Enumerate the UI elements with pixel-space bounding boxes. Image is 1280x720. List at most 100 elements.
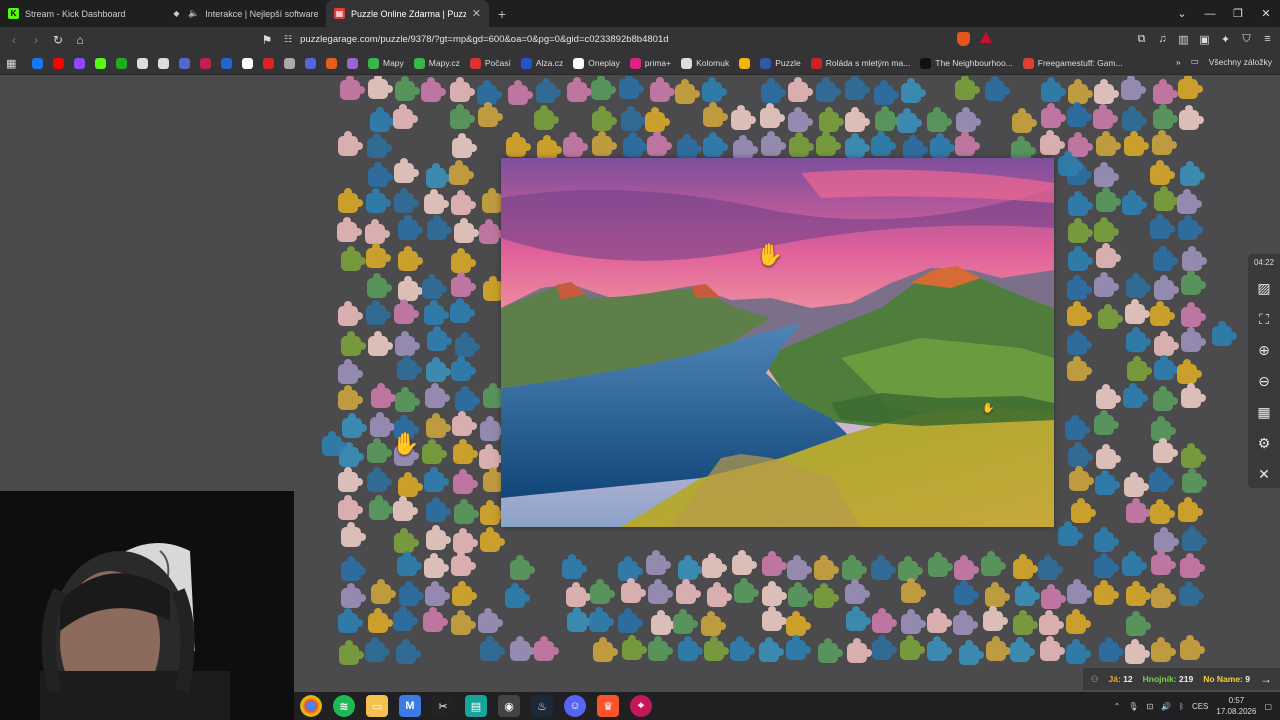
puzzle-piece[interactable] (369, 495, 394, 520)
puzzle-piece[interactable] (1126, 611, 1151, 636)
puzzle-piece[interactable] (1068, 442, 1093, 467)
puzzle-piece[interactable] (342, 413, 367, 438)
puzzle-piece[interactable] (1095, 470, 1120, 495)
puzzle-piece[interactable] (338, 359, 363, 384)
brave-shield-icon[interactable] (957, 32, 970, 46)
puzzle-piece[interactable] (927, 636, 952, 661)
puzzle-piece[interactable] (1123, 383, 1148, 408)
bookmark-item[interactable] (112, 57, 131, 69)
image-preview-icon[interactable]: ▨ (1254, 278, 1274, 298)
puzzle-piece[interactable] (981, 551, 1006, 576)
puzzle-piece[interactable] (1067, 275, 1092, 300)
puzzle-piece[interactable] (983, 606, 1008, 631)
address-bar[interactable]: ☷ puzzlegarage.com/puzzle/9378/?gt=mp&gd… (284, 29, 1024, 50)
puzzle-piece[interactable] (1122, 106, 1147, 131)
bookmark-item[interactable]: prima+ (626, 57, 675, 69)
puzzle-piece[interactable] (1150, 301, 1175, 326)
puzzle-piece[interactable] (1094, 162, 1119, 187)
puzzle-piece[interactable] (370, 107, 395, 132)
puzzle-piece[interactable] (732, 550, 757, 575)
puzzle-piece[interactable] (1154, 275, 1179, 300)
puzzle-piece[interactable] (1179, 581, 1204, 606)
chat-app-icon[interactable]: ▤ (465, 695, 487, 717)
puzzle-piece[interactable] (871, 131, 896, 156)
puzzle-piece[interactable] (1181, 383, 1206, 408)
speaker-icon[interactable]: 🔈 (188, 8, 199, 19)
puzzle-piece[interactable] (875, 106, 900, 131)
puzzle-piece[interactable] (480, 416, 505, 441)
puzzle-piece[interactable] (1094, 217, 1119, 242)
puzzle-piece[interactable] (454, 218, 479, 243)
puzzle-piece[interactable] (1066, 609, 1091, 634)
bookmark-item[interactable] (70, 57, 89, 69)
puzzle-piece[interactable] (1094, 410, 1119, 435)
puzzle-piece[interactable] (367, 438, 392, 463)
puzzle-piece[interactable] (1068, 79, 1093, 104)
puzzle-piece[interactable] (762, 606, 787, 631)
brave-icon[interactable]: ♛ (597, 695, 619, 717)
puzzle-piece[interactable] (1041, 103, 1066, 128)
puzzle-piece[interactable] (1096, 187, 1121, 212)
bookmark-item[interactable]: Mapy (364, 57, 408, 69)
puzzle-piece[interactable] (1126, 581, 1151, 606)
puzzle-piece[interactable] (846, 606, 871, 631)
puzzle-piece[interactable] (394, 188, 419, 213)
puzzle-piece[interactable] (1179, 105, 1204, 130)
puzzle-piece[interactable] (1068, 191, 1093, 216)
puzzle-piece[interactable] (788, 107, 813, 132)
puzzle-piece[interactable] (959, 640, 984, 665)
puzzle-piece[interactable] (816, 131, 841, 156)
puzzle-piece[interactable] (1094, 79, 1119, 104)
bookmark-item[interactable] (196, 57, 215, 69)
puzzle-piece[interactable] (393, 496, 418, 521)
puzzle-piece[interactable] (398, 472, 423, 497)
bookmark-item[interactable]: Počasí (466, 57, 515, 69)
puzzle-piece[interactable] (366, 300, 391, 325)
puzzle-piece[interactable] (678, 636, 703, 661)
puzzle-piece[interactable] (761, 131, 786, 156)
close-tab-icon[interactable]: ✕ (472, 7, 481, 20)
puzzle-piece[interactable] (954, 555, 979, 580)
notifications-icon[interactable]: ▢ (1264, 702, 1272, 711)
puzzle-piece[interactable] (1058, 521, 1083, 546)
puzzle-piece[interactable] (1094, 272, 1119, 297)
puzzle-piece[interactable] (955, 131, 980, 156)
bookmark-item[interactable] (238, 57, 257, 69)
puzzle-piece[interactable] (678, 555, 703, 580)
forward-icon[interactable]: › (26, 30, 46, 50)
puzzle-piece[interactable] (398, 246, 423, 271)
puzzle-piece[interactable] (618, 608, 643, 633)
bookmark-item[interactable]: The Neighbourhoo... (916, 57, 1017, 69)
puzzle-piece[interactable] (591, 76, 616, 100)
puzzle-piece[interactable] (425, 581, 450, 606)
puzzle-piece[interactable] (449, 160, 474, 185)
puzzle-piece[interactable] (845, 133, 870, 158)
puzzle-piece[interactable] (337, 217, 362, 242)
bookmark-item[interactable]: Mapy.cz (410, 57, 464, 69)
puzzle-piece[interactable] (1040, 636, 1065, 661)
puzzle-piece[interactable] (1066, 639, 1091, 664)
puzzle-piece[interactable] (1068, 218, 1093, 243)
puzzle-piece[interactable] (423, 607, 448, 632)
puzzle-piece[interactable] (370, 412, 395, 437)
puzzle-piece[interactable] (452, 411, 477, 436)
puzzle-piece[interactable] (1013, 554, 1038, 579)
puzzle-piece[interactable] (1150, 499, 1175, 524)
zoom-out-icon[interactable]: ⊖ (1254, 371, 1274, 391)
puzzle-piece[interactable] (1039, 610, 1064, 635)
puzzle-piece[interactable] (341, 583, 366, 608)
puzzle-piece[interactable] (479, 219, 504, 244)
bookmark-item[interactable] (91, 57, 110, 69)
bookmark-item[interactable] (280, 57, 299, 69)
puzzle-piece[interactable] (339, 442, 364, 467)
puzzle-piece[interactable] (1069, 466, 1094, 491)
bookmark-item[interactable] (301, 57, 320, 69)
puzzle-piece[interactable] (622, 635, 647, 660)
puzzle-piece[interactable] (1124, 131, 1149, 156)
close-icon[interactable]: ✕ (1254, 464, 1274, 484)
puzzle-piece[interactable] (703, 102, 728, 127)
bookmark-item[interactable]: Oneplay (569, 57, 624, 69)
clock[interactable]: 0:57 17.08.2026 (1216, 695, 1256, 717)
puzzle-piece[interactable] (647, 131, 672, 156)
puzzle-piece[interactable] (1181, 327, 1206, 352)
